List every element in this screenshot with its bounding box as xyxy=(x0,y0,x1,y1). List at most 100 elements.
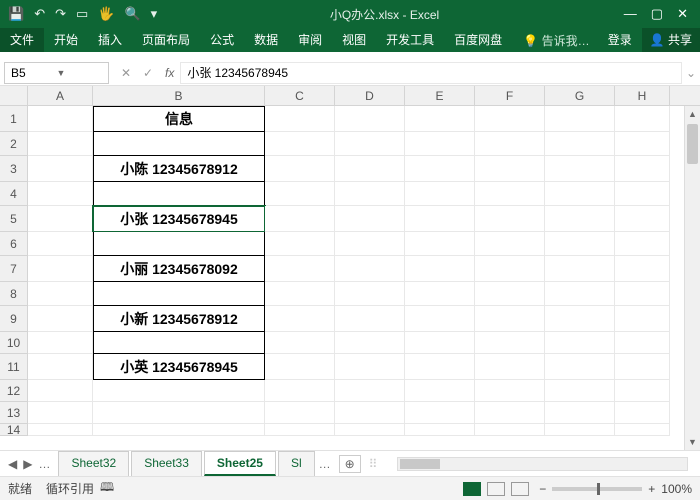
cell-H10[interactable] xyxy=(615,332,670,354)
tell-me[interactable]: 💡 告诉我… xyxy=(515,32,597,49)
cell-A7[interactable] xyxy=(28,256,93,282)
tab-data[interactable]: 数据 xyxy=(244,28,288,52)
cell-E12[interactable] xyxy=(405,380,475,402)
cell-B10[interactable] xyxy=(93,332,265,354)
cell-H11[interactable] xyxy=(615,354,670,380)
maximize-icon[interactable]: ▢ xyxy=(651,6,663,22)
confirm-formula-icon[interactable]: ✓ xyxy=(139,66,157,80)
cell-D6[interactable] xyxy=(335,232,405,256)
cell-H13[interactable] xyxy=(615,402,670,424)
cell-G7[interactable] xyxy=(545,256,615,282)
zoom-out-icon[interactable]: − xyxy=(539,482,546,496)
cell-D1[interactable] xyxy=(335,106,405,132)
sheet-tab[interactable]: Sheet32 xyxy=(58,451,129,476)
cell-D11[interactable] xyxy=(335,354,405,380)
cell-A10[interactable] xyxy=(28,332,93,354)
row-header[interactable]: 7 xyxy=(0,256,28,282)
tab-home[interactable]: 开始 xyxy=(44,28,88,52)
undo-icon[interactable]: ↶ xyxy=(34,6,45,22)
cell-E1[interactable] xyxy=(405,106,475,132)
cell-B11[interactable]: 小英 12345678945 xyxy=(93,354,265,380)
cell-F12[interactable] xyxy=(475,380,545,402)
cell-E3[interactable] xyxy=(405,156,475,182)
cell-C5[interactable] xyxy=(265,206,335,232)
cell-A13[interactable] xyxy=(28,402,93,424)
cell-B3[interactable]: 小陈 12345678912 xyxy=(93,156,265,182)
cell-F10[interactable] xyxy=(475,332,545,354)
cell-D10[interactable] xyxy=(335,332,405,354)
cell-C9[interactable] xyxy=(265,306,335,332)
cell-A9[interactable] xyxy=(28,306,93,332)
cell-D7[interactable] xyxy=(335,256,405,282)
cell-F1[interactable] xyxy=(475,106,545,132)
cell-F2[interactable] xyxy=(475,132,545,156)
cell-D13[interactable] xyxy=(335,402,405,424)
row-header[interactable]: 5 xyxy=(0,206,28,232)
tab-file[interactable]: 文件 xyxy=(0,28,44,52)
row-header[interactable]: 2 xyxy=(0,132,28,156)
cell-B4[interactable] xyxy=(93,182,265,206)
cell-F9[interactable] xyxy=(475,306,545,332)
column-header-D[interactable]: D xyxy=(335,86,405,105)
cell-D12[interactable] xyxy=(335,380,405,402)
add-sheet-button[interactable]: ⊕ xyxy=(339,455,361,473)
cell-H2[interactable] xyxy=(615,132,670,156)
cell-B12[interactable] xyxy=(93,380,265,402)
cell-F6[interactable] xyxy=(475,232,545,256)
close-icon[interactable]: ✕ xyxy=(677,6,688,22)
cell-C10[interactable] xyxy=(265,332,335,354)
cell-G9[interactable] xyxy=(545,306,615,332)
tab-baidu[interactable]: 百度网盘 xyxy=(444,28,512,52)
column-header-F[interactable]: F xyxy=(475,86,545,105)
cell-E8[interactable] xyxy=(405,282,475,306)
cell-C14[interactable] xyxy=(265,424,335,436)
tab-developer[interactable]: 开发工具 xyxy=(376,28,444,52)
tab-ellipsis-right[interactable]: … xyxy=(315,457,335,471)
cell-B7[interactable]: 小丽 12345678092 xyxy=(93,256,265,282)
column-header-A[interactable]: A xyxy=(28,86,93,105)
cell-E6[interactable] xyxy=(405,232,475,256)
cell-E13[interactable] xyxy=(405,402,475,424)
cell-E7[interactable] xyxy=(405,256,475,282)
cell-E11[interactable] xyxy=(405,354,475,380)
cell-D5[interactable] xyxy=(335,206,405,232)
row-header[interactable]: 8 xyxy=(0,282,28,306)
cell-H4[interactable] xyxy=(615,182,670,206)
cell-H8[interactable] xyxy=(615,282,670,306)
row-header[interactable]: 4 xyxy=(0,182,28,206)
cancel-formula-icon[interactable]: ✕ xyxy=(117,66,135,80)
cell-G1[interactable] xyxy=(545,106,615,132)
cell-C4[interactable] xyxy=(265,182,335,206)
tab-formulas[interactable]: 公式 xyxy=(200,28,244,52)
cell-B6[interactable] xyxy=(93,232,265,256)
cell-G4[interactable] xyxy=(545,182,615,206)
cell-B9[interactable]: 小新 12345678912 xyxy=(93,306,265,332)
cell-E5[interactable] xyxy=(405,206,475,232)
cell-G12[interactable] xyxy=(545,380,615,402)
cell-B8[interactable] xyxy=(93,282,265,306)
cell-C6[interactable] xyxy=(265,232,335,256)
cell-E4[interactable] xyxy=(405,182,475,206)
sheet-tab[interactable]: Sheet25 xyxy=(204,451,276,476)
row-header[interactable]: 11 xyxy=(0,354,28,380)
tab-nav-next-icon[interactable]: ▶ xyxy=(23,457,32,471)
tab-layout[interactable]: 页面布局 xyxy=(132,28,200,52)
cell-H5[interactable] xyxy=(615,206,670,232)
column-header-G[interactable]: G xyxy=(545,86,615,105)
column-header-H[interactable]: H xyxy=(615,86,670,105)
cell-E9[interactable] xyxy=(405,306,475,332)
cell-D3[interactable] xyxy=(335,156,405,182)
cell-E10[interactable] xyxy=(405,332,475,354)
view-page-layout-icon[interactable] xyxy=(487,482,505,496)
cell-F5[interactable] xyxy=(475,206,545,232)
row-header[interactable]: 12 xyxy=(0,380,28,402)
cell-A8[interactable] xyxy=(28,282,93,306)
cell-G13[interactable] xyxy=(545,402,615,424)
cell-D2[interactable] xyxy=(335,132,405,156)
sheet-tab[interactable]: Sl xyxy=(278,451,315,476)
cell-A1[interactable] xyxy=(28,106,93,132)
cell-C3[interactable] xyxy=(265,156,335,182)
cell-D9[interactable] xyxy=(335,306,405,332)
minimize-icon[interactable]: — xyxy=(624,6,637,22)
cell-G10[interactable] xyxy=(545,332,615,354)
